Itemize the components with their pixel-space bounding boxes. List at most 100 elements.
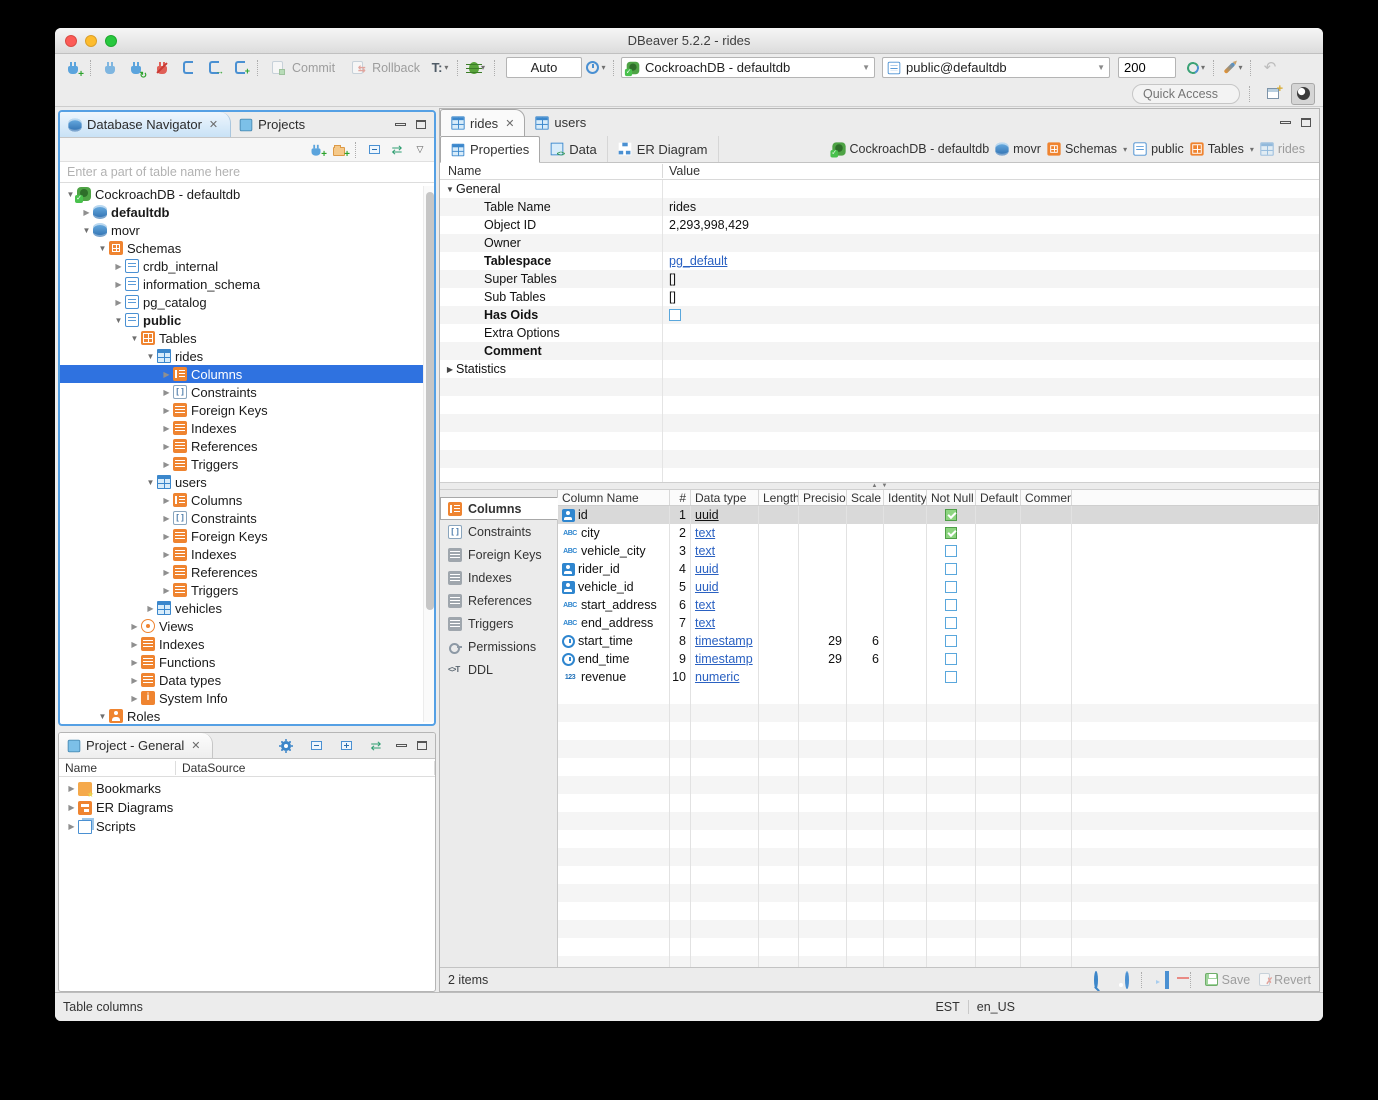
not-null-checkbox[interactable] bbox=[945, 509, 957, 521]
not-null-checkbox[interactable] bbox=[945, 617, 957, 629]
tree-item-public[interactable]: ▼public bbox=[60, 311, 434, 329]
property-value[interactable] bbox=[662, 360, 1319, 378]
tree-item-references[interactable]: ▶References bbox=[60, 437, 434, 455]
expand-arrow-icon[interactable]: ▶ bbox=[160, 442, 173, 451]
not-null-checkbox[interactable] bbox=[945, 653, 957, 665]
tab-project-general[interactable]: Project - General ✕ bbox=[59, 733, 213, 758]
quick-access-input[interactable] bbox=[1132, 84, 1240, 104]
not-null-checkbox[interactable] bbox=[945, 527, 957, 539]
tree-item-cockroachdb-defaultdb[interactable]: ▼CockroachDB - defaultdb bbox=[60, 185, 434, 203]
expand-arrow-icon[interactable]: ▶ bbox=[160, 424, 173, 433]
collapse-arrow-icon[interactable]: ▼ bbox=[444, 185, 456, 194]
property-row-table-name[interactable]: Table Namerides bbox=[440, 198, 1319, 216]
new-connection-button[interactable]: + bbox=[61, 57, 85, 79]
tree-item-constraints[interactable]: ▶Constraints bbox=[60, 383, 434, 401]
column-row-start-address[interactable]: start_address6text bbox=[558, 596, 1319, 614]
column-row-city[interactable]: city2text bbox=[558, 524, 1319, 542]
property-value[interactable]: pg_default bbox=[662, 252, 1319, 270]
property-row-super-tables[interactable]: Super Tables[] bbox=[440, 270, 1319, 288]
breadcrumb-item-cockroachdb-defaultdb[interactable]: CockroachDB - defaultdb bbox=[832, 142, 990, 156]
column-header-comment[interactable]: Comment bbox=[1021, 490, 1072, 505]
tree-item-constraints[interactable]: ▶Constraints bbox=[60, 509, 434, 527]
tree-item-pg-catalog[interactable]: ▶pg_catalog bbox=[60, 293, 434, 311]
column-header-length[interactable]: Length bbox=[759, 490, 799, 505]
open-perspective-button[interactable] bbox=[1261, 83, 1285, 105]
expand-arrow-icon[interactable]: ▶ bbox=[444, 365, 456, 374]
tree-item-columns[interactable]: ▶Columns bbox=[60, 491, 434, 509]
datatype-cell[interactable]: uuid bbox=[691, 578, 759, 596]
datatype-link[interactable]: uuid bbox=[695, 562, 719, 576]
property-value[interactable]: rides bbox=[662, 198, 1319, 216]
editor-tab-rides[interactable]: rides ✕ bbox=[440, 109, 525, 136]
sidebar-tab-references[interactable]: References bbox=[440, 589, 557, 612]
sidebar-tab-constraints[interactable]: Constraints bbox=[440, 520, 557, 543]
column-header-value[interactable]: Value bbox=[662, 164, 1319, 178]
column-row-start-time[interactable]: start_time8timestamp296 bbox=[558, 632, 1319, 650]
column-row-revenue[interactable]: revenue10numeric bbox=[558, 668, 1319, 686]
tab-projects[interactable]: Projects bbox=[231, 112, 317, 137]
collapse-arrow-icon[interactable]: ▼ bbox=[112, 316, 125, 325]
datatype-link[interactable]: uuid bbox=[695, 580, 719, 594]
breadcrumb-item-public[interactable]: public bbox=[1133, 142, 1184, 156]
not-null-checkbox[interactable] bbox=[945, 581, 957, 593]
tree-item-foreign-keys[interactable]: ▶Foreign Keys bbox=[60, 401, 434, 419]
not-null-checkbox[interactable] bbox=[945, 635, 957, 647]
table-filter-input[interactable] bbox=[60, 162, 434, 182]
disconnect-button[interactable] bbox=[150, 57, 174, 79]
project-item-bookmarks[interactable]: ▶Bookmarks bbox=[59, 779, 435, 798]
tree-item-tables[interactable]: ▼Tables bbox=[60, 329, 434, 347]
revert-button[interactable]: ✗Revert bbox=[1259, 973, 1311, 987]
expand-arrow-icon[interactable]: ▶ bbox=[160, 586, 173, 595]
minimize-editor-icon[interactable] bbox=[1280, 121, 1291, 124]
tree-item-system-info[interactable]: ▶System Info bbox=[60, 689, 434, 707]
sidebar-tab-foreign-keys[interactable]: Foreign Keys bbox=[440, 543, 557, 566]
connection-select[interactable]: CockroachDB - defaultdb▼ bbox=[621, 57, 875, 78]
tree-item-triggers[interactable]: ▶Triggers bbox=[60, 581, 434, 599]
tree-item-rides[interactable]: ▼rides bbox=[60, 347, 434, 365]
property-value[interactable] bbox=[662, 234, 1319, 252]
datatype-link[interactable]: numeric bbox=[695, 670, 739, 684]
transaction-mode-button[interactable]: T:▾ bbox=[428, 57, 452, 79]
expand-arrow-icon[interactable]: ▶ bbox=[160, 370, 173, 379]
column-header-default[interactable]: Default bbox=[976, 490, 1021, 505]
sidebar-tab-ddl[interactable]: DDL bbox=[440, 658, 557, 681]
collapse-arrow-icon[interactable]: ▼ bbox=[96, 712, 109, 721]
tree-item-triggers[interactable]: ▶Triggers bbox=[60, 455, 434, 473]
column-header-name[interactable]: Name bbox=[59, 761, 176, 775]
datatype-link[interactable]: uuid bbox=[695, 508, 719, 522]
not-null-checkbox[interactable] bbox=[945, 563, 957, 575]
column-header-precision[interactable]: Precision bbox=[799, 490, 847, 505]
breadcrumb-item-schemas[interactable]: Schemas▾ bbox=[1047, 142, 1127, 156]
column-row-rider-id[interactable]: rider_id4uuid bbox=[558, 560, 1319, 578]
new-sql-editor-button[interactable]: + bbox=[228, 57, 252, 79]
undo-button[interactable]: ↶ bbox=[1258, 57, 1282, 79]
editor-tab-users[interactable]: users bbox=[525, 109, 596, 136]
rollback-button[interactable]: ⇆ bbox=[345, 57, 369, 79]
sql-editor-button[interactable] bbox=[176, 57, 200, 79]
expand-arrow-icon[interactable]: ▶ bbox=[144, 604, 157, 613]
column-header-identity[interactable]: Identity bbox=[884, 490, 927, 505]
tree-item-crdb-internal[interactable]: ▶crdb_internal bbox=[60, 257, 434, 275]
subtab-er-diagram[interactable]: ER Diagram bbox=[608, 136, 719, 162]
commit-mode-select[interactable]: Auto bbox=[506, 57, 582, 78]
datatype-cell[interactable]: text bbox=[691, 542, 759, 560]
commit-label[interactable]: Commit bbox=[292, 61, 335, 75]
open-sql-console-button[interactable]: → bbox=[202, 57, 226, 79]
expand-arrow-icon[interactable]: ▶ bbox=[128, 658, 141, 667]
maximize-editor-icon[interactable] bbox=[1301, 118, 1311, 127]
datatype-cell[interactable]: text bbox=[691, 614, 759, 632]
tree-item-users[interactable]: ▼users bbox=[60, 473, 434, 491]
tree-item-roles[interactable]: ▼Roles bbox=[60, 707, 434, 725]
view-columns-button[interactable] bbox=[1165, 973, 1169, 987]
connect-button[interactable] bbox=[98, 57, 122, 79]
column-header-not-null[interactable]: Not Null bbox=[927, 490, 976, 505]
datatype-link[interactable]: text bbox=[695, 616, 715, 630]
column-row-vehicle-id[interactable]: vehicle_id5uuid bbox=[558, 578, 1319, 596]
tree-item-vehicles[interactable]: ▶vehicles bbox=[60, 599, 434, 617]
debug-button[interactable]: ▾ bbox=[465, 57, 489, 79]
property-value[interactable]: [] bbox=[662, 288, 1319, 306]
tree-item-information-schema[interactable]: ▶information_schema bbox=[60, 275, 434, 293]
tab-database-navigator[interactable]: Database Navigator ✕ bbox=[60, 112, 231, 137]
datatype-link[interactable]: text bbox=[695, 526, 715, 540]
property-row-tablespace[interactable]: Tablespacepg_default bbox=[440, 252, 1319, 270]
